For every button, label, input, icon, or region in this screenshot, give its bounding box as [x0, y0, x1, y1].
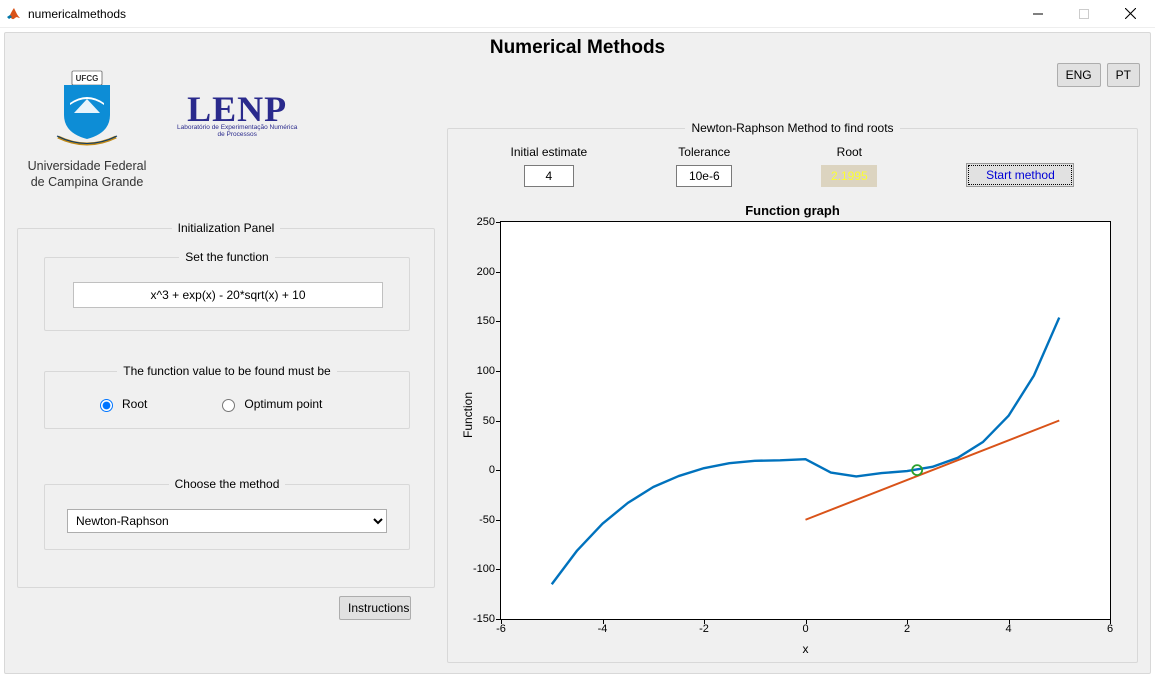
ytick-label: -100 [473, 563, 495, 575]
main-panel: Numerical Methods ENG PT UFCG Universida… [4, 32, 1151, 674]
window-controls [1015, 0, 1153, 28]
radio-optimum-label[interactable]: Optimum point [217, 396, 322, 412]
window-minimize-button[interactable] [1015, 0, 1061, 28]
radio-optimum[interactable] [222, 399, 235, 412]
xtick-label: 0 [802, 623, 808, 635]
tolerance-input[interactable] [676, 165, 732, 187]
tolerance-label: Tolerance [678, 145, 730, 159]
init-panel-title: Initialization Panel [172, 221, 281, 235]
ytick-label: 0 [489, 464, 495, 476]
ytick-label: 50 [483, 415, 495, 427]
plot-area: -150-100-50050100150200250-6-4-20246 [500, 221, 1111, 620]
method-panel: Newton-Raphson Method to find roots Init… [447, 128, 1138, 663]
xtick-label: -2 [699, 623, 709, 635]
xtick-label: -6 [496, 623, 506, 635]
ufcg-line1: Universidade Federal [28, 159, 147, 175]
value-type-title: The function value to be found must be [117, 364, 336, 378]
ytick-label: -150 [473, 613, 495, 625]
lang-eng-button[interactable]: ENG [1057, 63, 1101, 87]
ufcg-line2: de Campina Grande [28, 175, 147, 191]
method-select[interactable]: Newton-Raphson [67, 509, 387, 533]
radio-root[interactable] [100, 399, 113, 412]
chart-ylabel: Function [460, 209, 476, 620]
initial-estimate-label: Initial estimate [511, 145, 588, 159]
window-title: numericalmethods [28, 7, 126, 21]
window-close-button[interactable] [1107, 0, 1153, 28]
series-tangent [806, 421, 1060, 520]
app-title: Numerical Methods [5, 37, 1150, 59]
radio-root-text: Root [122, 397, 147, 411]
radio-optimum-text: Optimum point [244, 397, 322, 411]
root-display: 2.1995 [821, 165, 877, 187]
root-label: Root [837, 145, 862, 159]
set-function-box: Set the function [44, 257, 410, 331]
set-function-title: Set the function [179, 250, 274, 264]
method-panel-title: Newton-Raphson Method to find roots [685, 121, 899, 135]
chart: Function graph Function x -150-100-50050… [462, 209, 1123, 652]
ufcg-tag-text: UFCG [76, 74, 99, 83]
instructions-button[interactable]: Instructions [339, 596, 411, 620]
logos-area: UFCG Universidade Federal de Campina Gra… [17, 61, 337, 190]
xtick-label: 4 [1005, 623, 1011, 635]
window-titlebar: numericalmethods [0, 0, 1155, 28]
function-input[interactable] [73, 282, 383, 308]
initialization-panel: Initialization Panel Set the function Th… [17, 228, 435, 588]
initial-estimate-input[interactable] [524, 165, 574, 187]
ytick-label: 200 [477, 266, 495, 278]
radio-root-label[interactable]: Root [95, 396, 147, 412]
xtick-label: -4 [598, 623, 608, 635]
matlab-icon [6, 6, 22, 22]
ufcg-logo: UFCG Universidade Federal de Campina Gra… [27, 69, 147, 190]
ytick-label: 150 [477, 315, 495, 327]
choose-method-box: Choose the method Newton-Raphson [44, 484, 410, 550]
choose-method-title: Choose the method [169, 477, 286, 491]
ytick-label: -50 [479, 514, 495, 526]
window-maximize-button[interactable] [1061, 0, 1107, 28]
lenp-sub2: de Processos [177, 132, 297, 139]
start-method-button[interactable]: Start method [966, 163, 1074, 187]
value-type-box: The function value to be found must be R… [44, 371, 410, 429]
ytick-label: 100 [477, 365, 495, 377]
lang-pt-button[interactable]: PT [1107, 63, 1140, 87]
chart-xlabel: x [500, 642, 1111, 656]
ytick-label: 250 [477, 216, 495, 228]
xtick-label: 6 [1107, 623, 1113, 635]
lenp-logo: LENP Laboratório de Experimentação Numér… [177, 91, 297, 138]
lenp-logo-text: LENP [187, 91, 287, 127]
chart-title: Function graph [462, 203, 1123, 218]
xtick-label: 2 [904, 623, 910, 635]
